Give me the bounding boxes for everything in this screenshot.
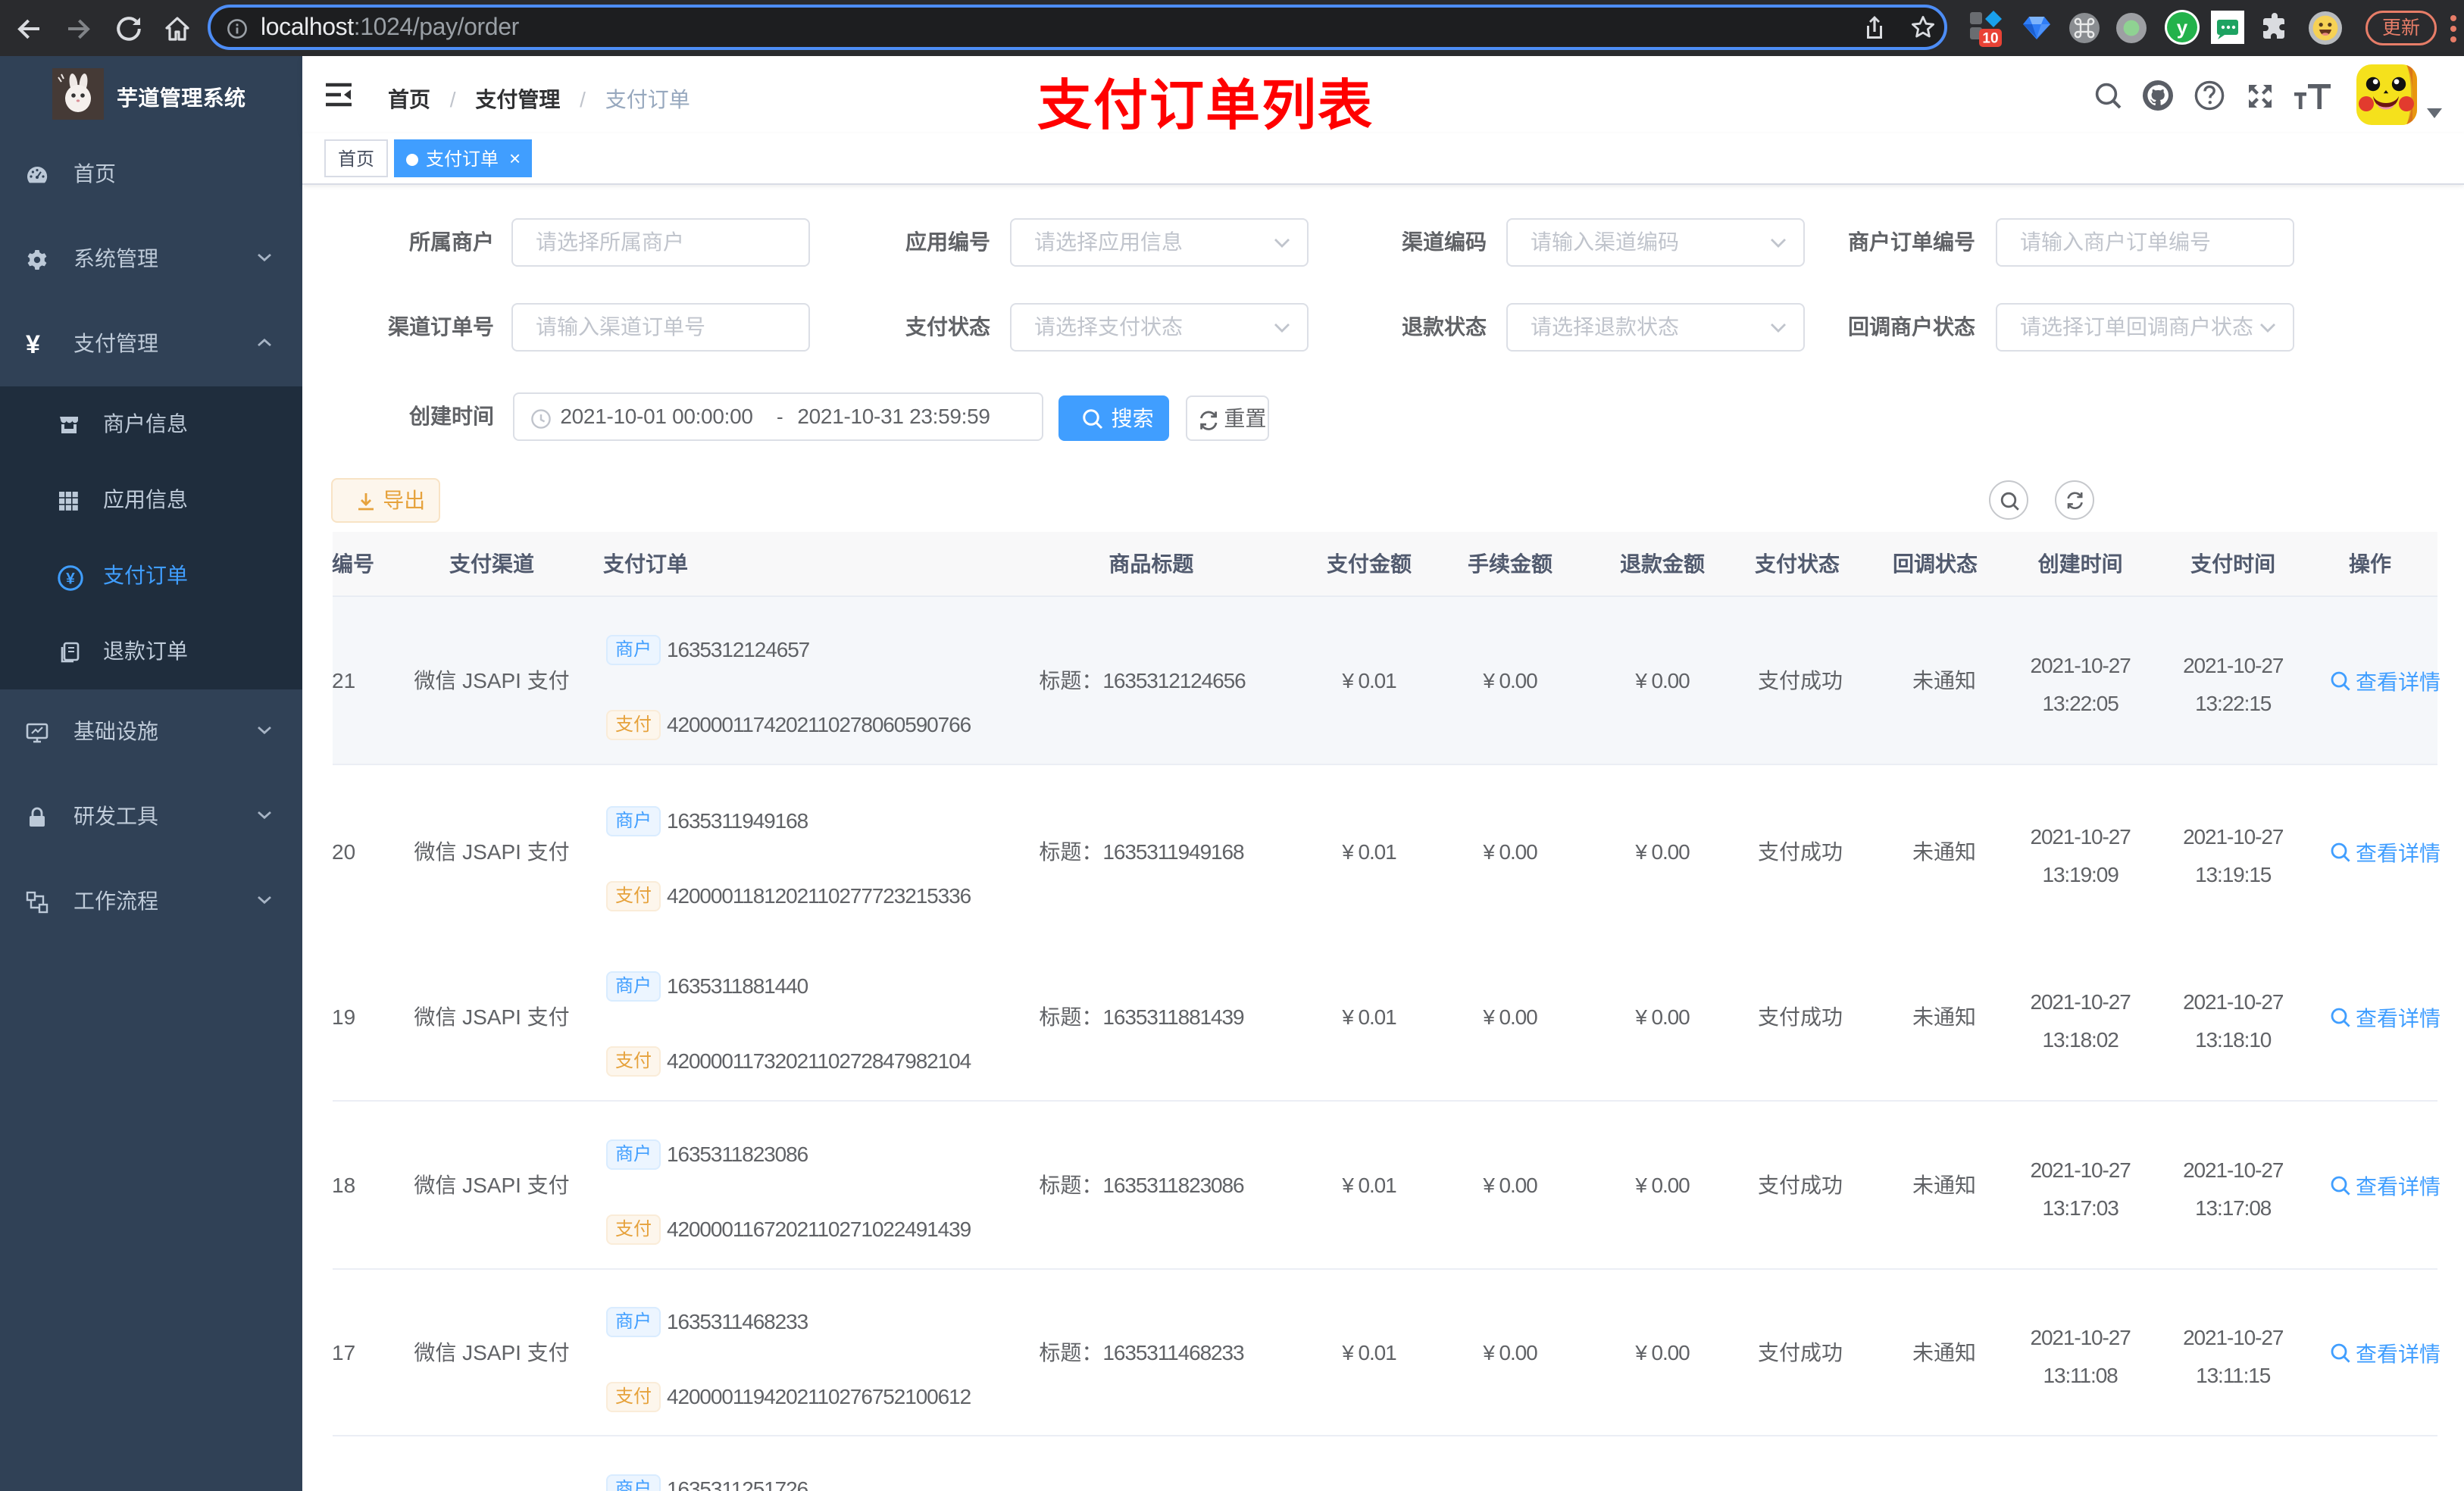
svg-text:y: y: [2177, 16, 2188, 39]
svg-text:10: 10: [1982, 31, 1998, 47]
svg-text:¥: ¥: [66, 570, 75, 588]
